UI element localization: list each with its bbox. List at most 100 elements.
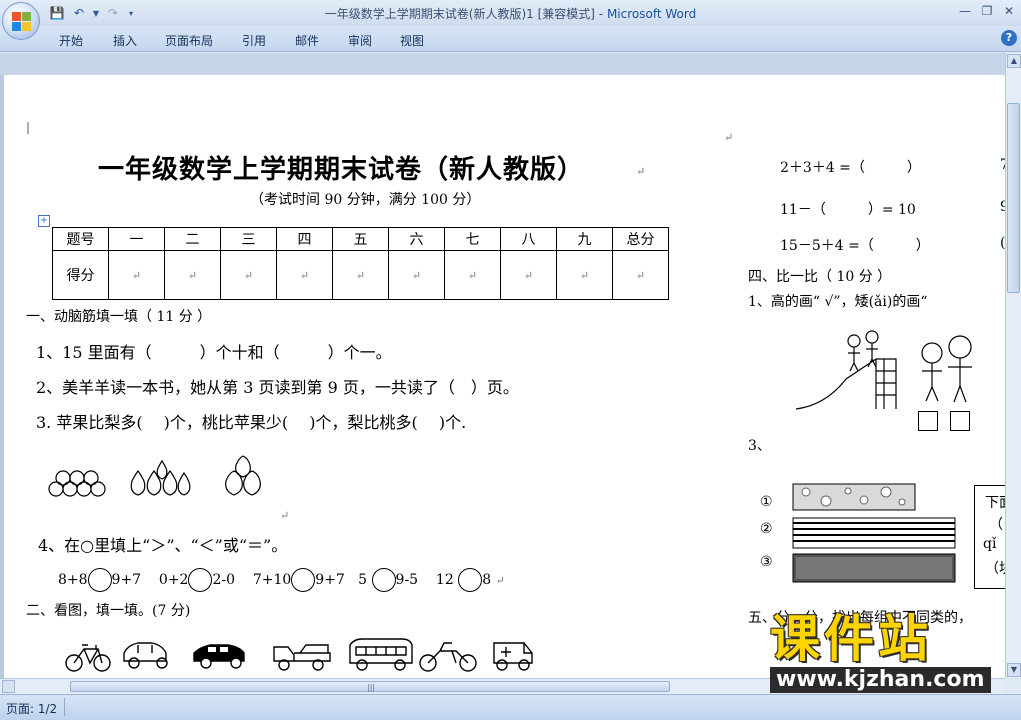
document-page[interactable]: | ↵ 一年级数学上学期期末试卷（新人教版） ↵ （考试时间 90 分钟，满分 … <box>4 75 1005 678</box>
equation-3: 15－5＋4 =（ ） <box>780 238 930 254</box>
title-bar: 💾 ↶ ▼ ↷ ▾ 一年级数学上学期期末试卷(新人教版)1 [兼容模式] - M… <box>0 0 1021 26</box>
question-2: 2、美羊羊读一本书，她从第 3 页读到第 9 页，一共读了（ ）页。 <box>36 378 519 397</box>
strip-label-1: ① <box>760 494 773 510</box>
tab-page-layout[interactable]: 页面布局 <box>165 32 213 49</box>
score-cell[interactable]: ↵ <box>332 250 389 300</box>
strip-2-image <box>792 517 956 549</box>
office-logo-icon <box>12 12 32 32</box>
section1-heading: 一、动脑筋填一填（ 11 分 ） <box>26 309 212 325</box>
table-header-cell: 八 <box>500 227 557 251</box>
vertical-scrollbar[interactable]: ▲ ▼ <box>1005 53 1021 678</box>
app-name: Microsoft Word <box>606 7 697 21</box>
score-cell[interactable]: ↵ <box>444 250 501 300</box>
table-header-cell: 六 <box>388 227 445 251</box>
section4-question-1: 1、高的画“ √”，矮(ǎi)的画“ <box>748 294 928 310</box>
compare-circle[interactable] <box>291 568 316 592</box>
score-cell[interactable]: ↵ <box>612 250 669 300</box>
answer-box[interactable] <box>918 411 938 431</box>
table-header-cell: 三 <box>220 227 277 251</box>
compare-circle[interactable] <box>188 568 213 592</box>
score-table: 题号 一 二 三 四 五 六 七 八 九 总分 得分 ↵ ↵ ↵ ↵ ↵ ↵ ↵ <box>52 227 669 300</box>
motorcycle-icon <box>419 642 477 672</box>
tab-insert[interactable]: 插入 <box>113 32 137 49</box>
scroll-down-icon[interactable]: ▼ <box>1007 663 1021 677</box>
equation-1: 2＋3＋4 =（ ） <box>780 160 921 176</box>
instruction-line: qǐ <box>983 536 997 552</box>
table-header-cell: 四 <box>276 227 333 251</box>
ribbon-tab-bar: 开始 插入 页面布局 引用 邮件 审阅 视图 ? <box>0 26 1021 52</box>
paragraph-mark: ↵ <box>636 165 646 178</box>
score-cell[interactable]: ↵ <box>500 250 557 300</box>
score-cell[interactable]: ↵ <box>276 250 333 300</box>
document-name: 一年级数学上学期期末试卷(新人教版)1 [兼容模式] <box>324 7 595 21</box>
slide-image <box>795 330 897 410</box>
exam-subtitle: （考试时间 90 分钟，满分 100 分） <box>250 192 481 208</box>
ruler-strip <box>0 53 1005 75</box>
restore-icon[interactable]: ❐ <box>977 2 997 20</box>
minimize-icon[interactable]: — <box>955 2 975 20</box>
score-cell[interactable]: ↵ <box>164 250 221 300</box>
window-controls: — ❐ ✕ <box>955 2 1019 20</box>
ambulance-icon <box>493 642 533 671</box>
tab-references[interactable]: 引用 <box>242 32 266 49</box>
watermark-text: 课件站 <box>770 610 932 668</box>
compare-expr: 8 <box>482 572 492 588</box>
table-header-cell: 二 <box>164 227 221 251</box>
compare-expr: 9+7 <box>111 572 142 588</box>
tab-review[interactable]: 审阅 <box>348 32 372 49</box>
strip-1-image <box>792 483 916 511</box>
scroll-up-icon[interactable]: ▲ <box>1007 54 1021 68</box>
peaches-image <box>225 455 261 496</box>
answer-box[interactable] <box>950 411 970 431</box>
page-indicator[interactable]: 页面: 1/2 <box>6 700 57 717</box>
bus-icon <box>349 638 413 671</box>
vertical-scroll-thumb[interactable] <box>1007 103 1020 293</box>
document-area: | ↵ 一年级数学上学期期末试卷（新人教版） ↵ （考试时间 90 分钟，满分 … <box>0 53 1005 678</box>
question-4: 4、在○里填上“＞”、“＜”或“＝”。 <box>38 536 288 555</box>
section2-heading: 二、看图，填一填。(7 分) <box>26 603 191 619</box>
compare-expr: 8+8 <box>58 572 88 588</box>
table-move-handle-icon[interactable]: + <box>38 215 50 227</box>
close-icon[interactable]: ✕ <box>999 2 1019 20</box>
tab-view[interactable]: 视图 <box>400 32 424 49</box>
question-3: 3. 苹果比梨多( )个，桃比苹果少( )个，梨比桃多( )个. <box>36 413 467 432</box>
score-cell[interactable]: ↵ <box>388 250 445 300</box>
compare-circle[interactable] <box>371 568 396 592</box>
compare-expr: 9-5 <box>395 572 419 588</box>
instruction-line: （ <box>989 517 1003 533</box>
scroll-grip-icon: ||| <box>367 683 376 692</box>
exam-title: 一年级数学上学期期末试卷（新人教版） <box>98 155 585 185</box>
horizontal-scroll-thumb[interactable]: ||| <box>70 681 670 692</box>
taxi-icon <box>193 644 245 669</box>
instruction-line: （块 <box>985 561 1005 577</box>
truck-icon <box>273 644 331 671</box>
compare-expr: 12 <box>435 572 454 588</box>
title-separator: - <box>594 7 607 21</box>
section4-question-3: 3、 <box>748 438 771 454</box>
watermark-url: www.kjzhan.com <box>770 667 991 693</box>
strip-label-2: ② <box>760 521 773 537</box>
paragraph-mark: ↵ <box>724 131 734 144</box>
score-cell[interactable]: ↵ <box>556 250 613 300</box>
office-button[interactable] <box>2 2 40 40</box>
strip-label-3: ③ <box>760 554 773 570</box>
comparison-row: 8+8 9+7 0+2 2-0 7+10 9+7 5 9-5 12 8 ↵ <box>58 568 505 592</box>
score-cell[interactable]: ↵ <box>220 250 277 300</box>
tab-mailings[interactable]: 邮件 <box>295 32 319 49</box>
strip-3-image <box>792 553 956 583</box>
compare-circle[interactable] <box>458 568 483 592</box>
compare-expr: 5 <box>358 572 368 588</box>
tab-home[interactable]: 开始 <box>59 32 83 49</box>
table-header-cell: 一 <box>108 227 165 251</box>
compare-circle[interactable] <box>87 568 112 592</box>
table-row-label: 得分 <box>52 250 109 300</box>
instruction-box: 下面 （ qǐ （块 <box>974 485 1005 589</box>
compare-expr: 7+10 <box>252 572 292 588</box>
apples-image <box>48 470 106 497</box>
car-icon <box>123 642 168 669</box>
score-cell[interactable]: ↵ <box>108 250 165 300</box>
scroll-left-icon[interactable] <box>2 680 15 693</box>
score-table-header-row: 题号 一 二 三 四 五 六 七 八 九 总分 <box>52 227 669 251</box>
help-icon[interactable]: ? <box>1001 30 1017 46</box>
text-cursor: | <box>26 120 31 134</box>
